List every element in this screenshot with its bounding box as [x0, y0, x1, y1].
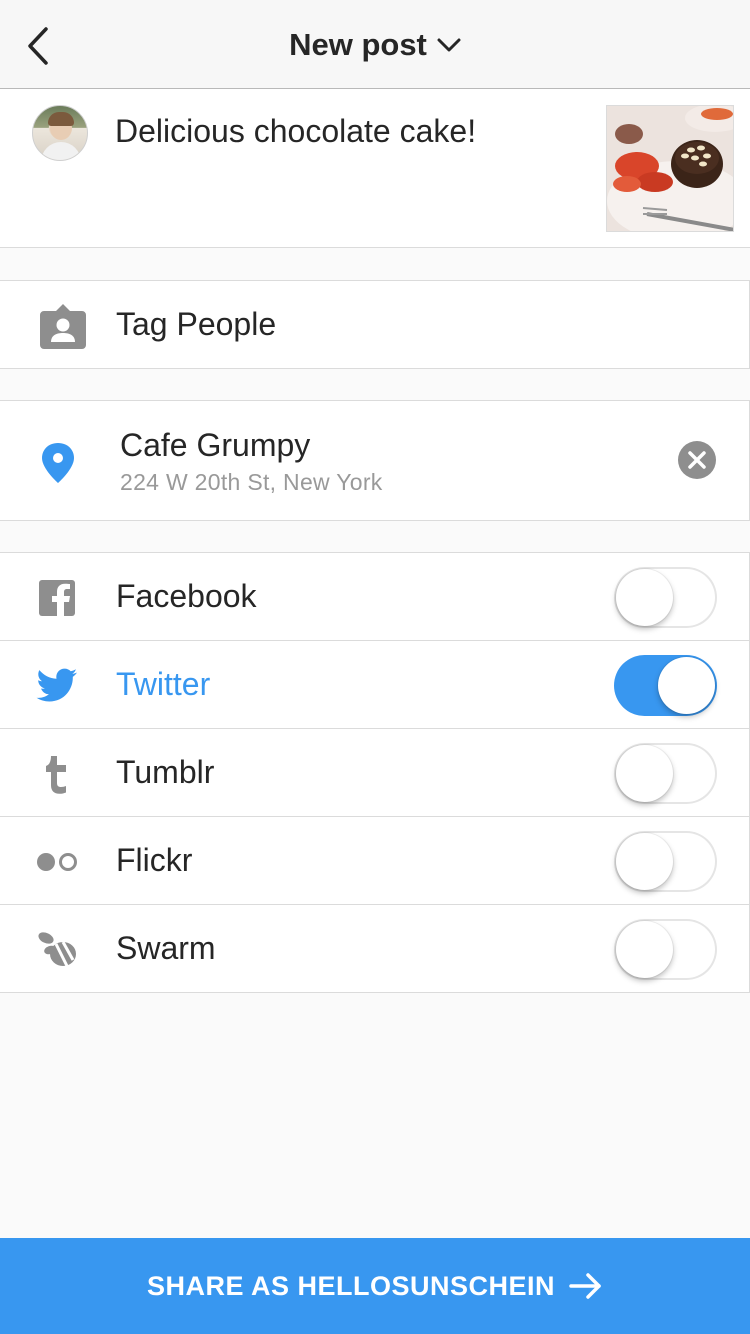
location-address: 224 W 20th St, New York	[120, 469, 383, 495]
flickr-toggle[interactable]	[614, 831, 717, 892]
location-pin-icon	[42, 443, 74, 483]
tag-people-row[interactable]: Tag People	[0, 280, 750, 369]
list-item: Swarm	[0, 905, 749, 993]
clear-location-icon[interactable]	[677, 440, 717, 480]
list-item: Flickr	[0, 817, 749, 905]
share-button[interactable]: SHARE AS HELLOSUNSCHEIN	[0, 1238, 750, 1334]
tag-person-icon	[40, 304, 86, 349]
share-button-label: SHARE AS HELLOSUNSCHEIN	[146, 1270, 556, 1301]
post-thumbnail[interactable]	[606, 105, 734, 232]
caption-section: Delicious chocolate cake!	[0, 89, 750, 248]
location-row[interactable]: Cafe Grumpy 224 W 20th St, New York	[0, 400, 750, 521]
share-label: Facebook	[116, 578, 257, 614]
tumblr-icon	[36, 753, 78, 795]
location-name: Cafe Grumpy	[120, 427, 311, 463]
chevron-down-icon	[437, 38, 461, 51]
caption-input[interactable]: Delicious chocolate cake!	[115, 113, 585, 150]
arrow-right-icon	[569, 1273, 601, 1299]
share-label: Flickr	[116, 842, 193, 878]
tag-people-label: Tag People	[116, 306, 277, 342]
twitter-toggle[interactable]	[614, 655, 717, 716]
twitter-icon	[36, 665, 78, 707]
page-title: New post	[289, 26, 427, 62]
facebook-toggle[interactable]	[614, 567, 717, 628]
list-item: Twitter	[0, 641, 749, 729]
list-item: Facebook	[0, 553, 749, 641]
flickr-icon	[36, 841, 78, 883]
share-label: Twitter	[116, 666, 211, 702]
share-to-list: Facebook Twitter Tumblr Flickr Swarm	[0, 552, 750, 993]
share-label: Tumblr	[116, 754, 215, 790]
cake-photo-image	[607, 106, 733, 231]
swarm-icon	[36, 929, 78, 971]
swarm-toggle[interactable]	[614, 919, 717, 980]
title-dropdown[interactable]: New post	[0, 0, 750, 89]
list-item: Tumblr	[0, 729, 749, 817]
facebook-icon	[36, 577, 78, 619]
tumblr-toggle[interactable]	[614, 743, 717, 804]
top-nav-bar: New post	[0, 0, 750, 89]
share-label: Swarm	[116, 930, 216, 966]
avatar	[32, 105, 88, 161]
